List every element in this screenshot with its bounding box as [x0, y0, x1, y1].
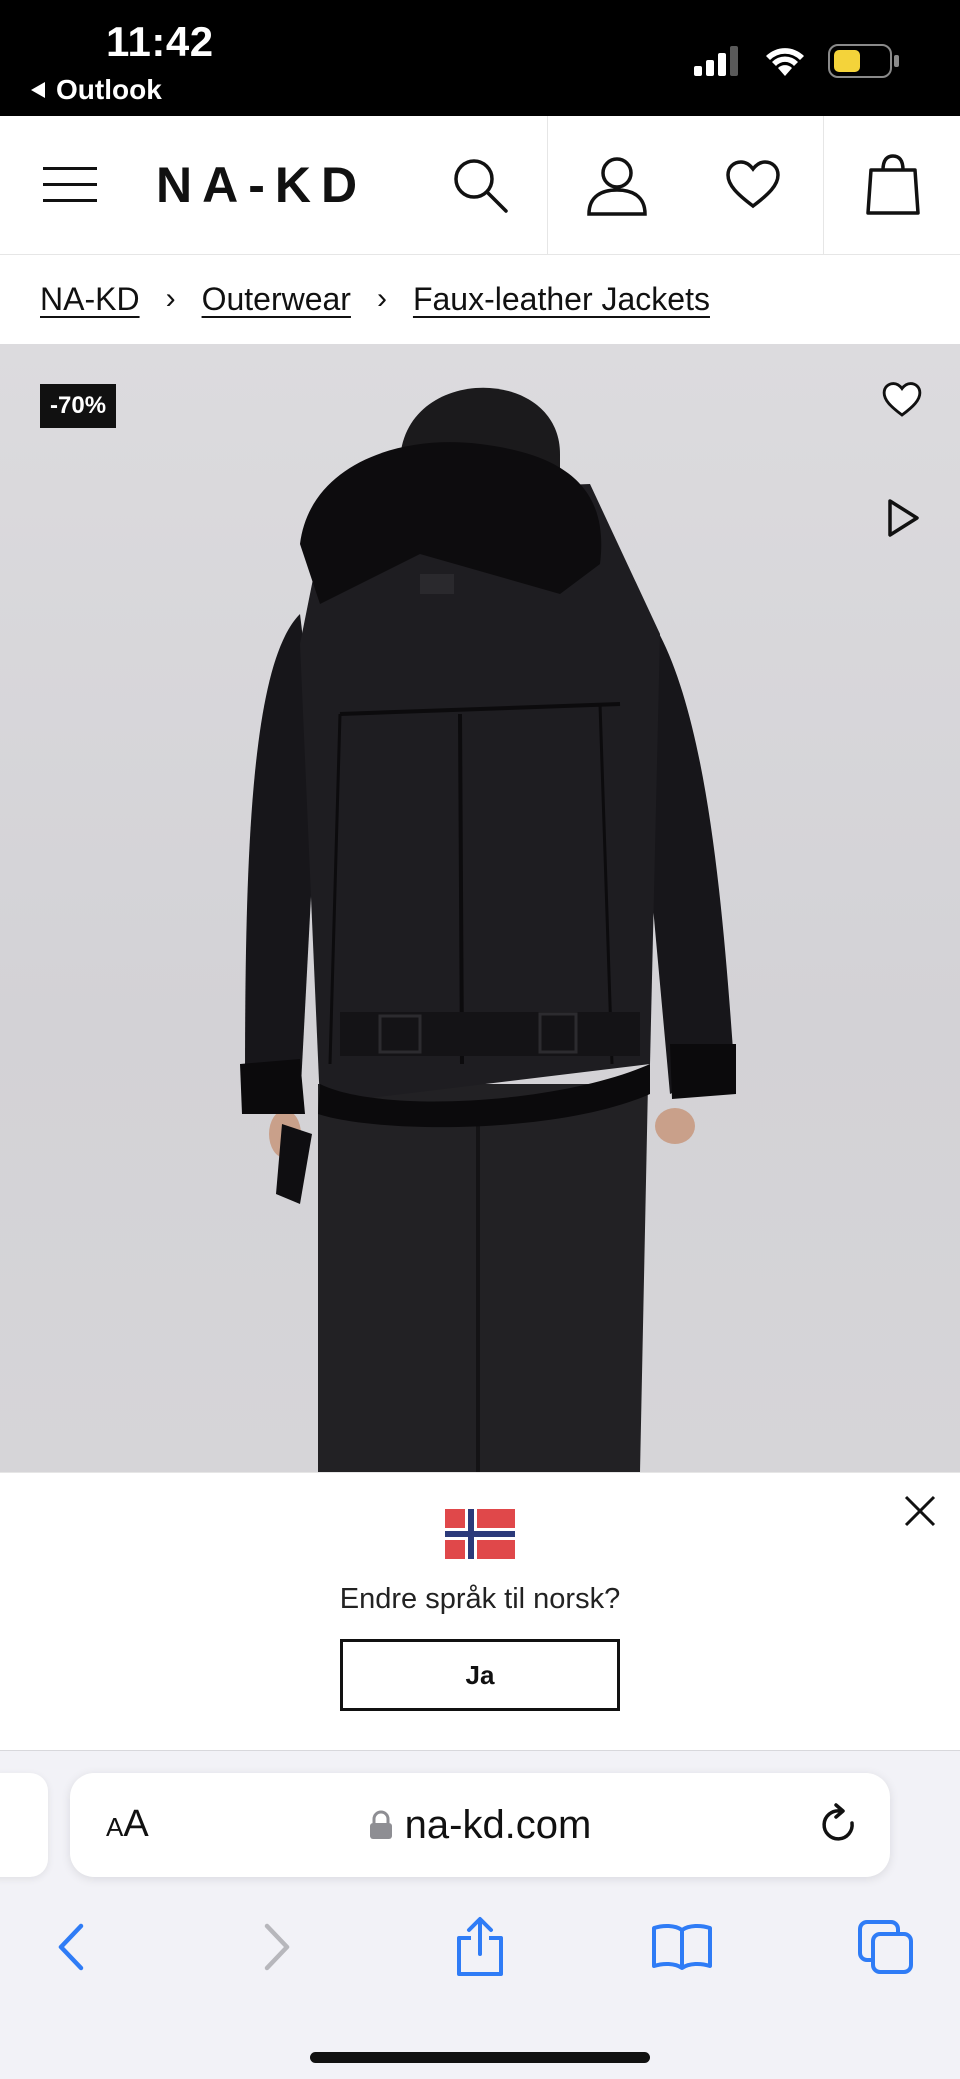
- back-icon: [58, 1923, 84, 1971]
- site-logo[interactable]: NA-KD: [156, 116, 367, 254]
- add-to-wishlist-button[interactable]: [882, 382, 922, 423]
- search-icon: [454, 159, 508, 213]
- battery-icon: [828, 44, 899, 78]
- bag-button[interactable]: [843, 116, 943, 254]
- account-icon: [587, 157, 647, 216]
- wishlist-button[interactable]: [703, 116, 803, 254]
- browser-toolbar: [0, 1907, 960, 1987]
- breadcrumb-outerwear[interactable]: Outerwear: [202, 281, 351, 318]
- browser-forward-button[interactable]: [238, 1907, 318, 1987]
- back-to-app-button[interactable]: Outlook: [30, 74, 162, 106]
- browser-chrome: A A na-kd.com: [0, 1750, 960, 2079]
- back-app-label: Outlook: [56, 74, 162, 105]
- signal-icon: [694, 46, 738, 76]
- breadcrumb-separator: ›: [165, 282, 176, 315]
- norway-flag-icon: [445, 1509, 515, 1559]
- status-bar: 11:42 Outlook: [0, 0, 960, 116]
- discount-badge: -70%: [40, 384, 117, 428]
- breadcrumb-separator: ›: [376, 282, 387, 315]
- bag-icon: [866, 154, 920, 215]
- share-button[interactable]: [440, 1907, 520, 1987]
- url-display[interactable]: na-kd.com: [70, 1773, 890, 1877]
- site-header: NA-KD: [0, 116, 960, 255]
- previous-tab-preview[interactable]: [0, 1773, 48, 1877]
- search-button[interactable]: [430, 116, 530, 254]
- play-icon: [888, 499, 919, 537]
- model-photo: [240, 387, 736, 1472]
- forward-icon: [264, 1923, 290, 1971]
- close-icon: [904, 1495, 936, 1527]
- breadcrumb-faux-leather-jackets[interactable]: Faux-leather Jackets: [413, 281, 710, 318]
- share-icon: [457, 1917, 503, 1976]
- status-time: 11:42: [106, 18, 214, 65]
- lock-icon: [369, 1810, 392, 1839]
- close-language-prompt-button[interactable]: [900, 1491, 940, 1536]
- product-image[interactable]: -70%: [0, 344, 960, 1472]
- tabs-icon: [858, 1920, 913, 1974]
- language-prompt: Endre språk til norsk? Ja: [0, 1472, 960, 1751]
- menu-button[interactable]: [30, 116, 110, 254]
- wifi-icon: [766, 48, 804, 76]
- heart-icon: [882, 382, 922, 417]
- confirm-language-button[interactable]: Ja: [340, 1639, 620, 1711]
- bookmarks-icon: [652, 1923, 712, 1970]
- home-indicator[interactable]: [310, 2052, 650, 2063]
- language-question: Endre språk til norsk?: [339, 1583, 621, 1615]
- breadcrumb: NA-KD › Outerwear › Faux-leather Jackets: [0, 254, 960, 344]
- tabs-button[interactable]: [846, 1907, 926, 1987]
- breadcrumb-home[interactable]: NA-KD: [40, 281, 140, 318]
- header-divider: [547, 116, 548, 254]
- reload-icon: [822, 1803, 854, 1841]
- menu-icon: [43, 167, 97, 202]
- header-divider: [823, 116, 824, 254]
- reload-button[interactable]: [820, 1803, 860, 1852]
- bookmarks-button[interactable]: [642, 1907, 722, 1987]
- wishlist-icon: [726, 160, 780, 209]
- back-triangle-icon: [31, 82, 45, 98]
- account-button[interactable]: [567, 116, 667, 254]
- address-bar[interactable]: A A na-kd.com: [70, 1773, 890, 1877]
- url-text: na-kd.com: [404, 1802, 592, 1847]
- browser-back-button[interactable]: [30, 1907, 110, 1987]
- play-video-button[interactable]: [886, 498, 920, 543]
